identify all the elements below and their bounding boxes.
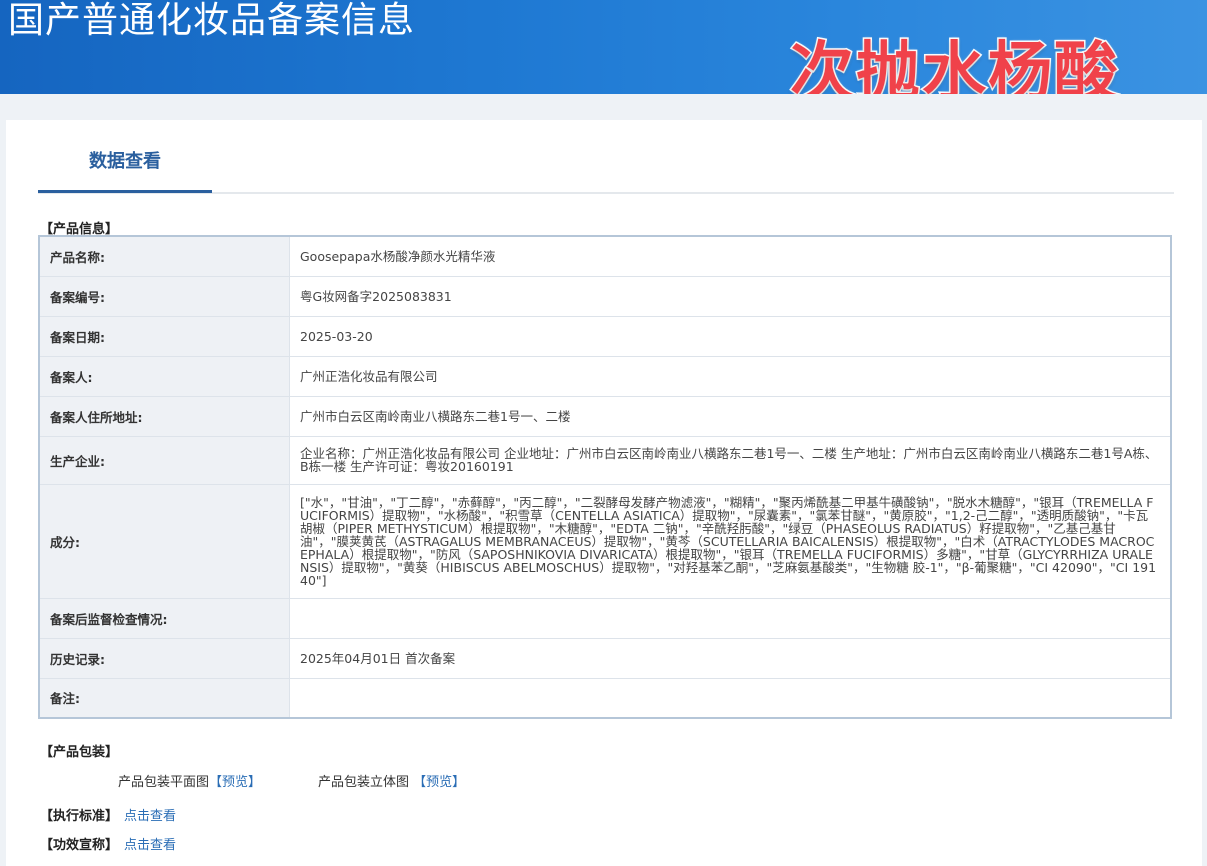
table-row: 备案编号: 粤G妆网备字2025083831 bbox=[39, 276, 1171, 317]
product-info-table: 产品名称: Goosepapa水杨酸净颜水光精华液 备案编号: 粤G妆网备字20… bbox=[38, 235, 1172, 719]
table-row: 产品名称: Goosepapa水杨酸净颜水光精华液 bbox=[39, 236, 1171, 277]
content-panel: 数据查看 【产品信息】 产品名称: Goosepapa水杨酸净颜水光精华液 备案… bbox=[6, 120, 1202, 866]
table-row: 备案人: 广州正浩化妆品有限公司 bbox=[39, 356, 1171, 397]
flat-package-label: 产品包装平面图 bbox=[118, 775, 210, 790]
flat-package-item: 产品包装平面图【预览】 bbox=[118, 771, 261, 790]
overlay-caption: 次抛水杨酸 bbox=[789, 35, 1120, 95]
row-value: 粤G妆网备字2025083831 bbox=[289, 276, 1171, 317]
header-banner: 国产普通化妆品备案信息 次抛水杨酸 bbox=[0, 0, 1207, 94]
row-label: 备案编号: bbox=[39, 276, 290, 317]
row-label: 备案人: bbox=[39, 356, 290, 397]
row-label: 备案人住所地址: bbox=[39, 396, 290, 437]
row-value: Goosepapa水杨酸净颜水光精华液 bbox=[289, 236, 1171, 277]
row-value bbox=[289, 598, 1171, 639]
row-label: 历史记录: bbox=[39, 638, 290, 679]
standard-label: 【执行标准】 bbox=[40, 809, 119, 824]
standard-view-link[interactable]: 点击查看 bbox=[124, 809, 176, 824]
row-label: 备案后监督检查情况: bbox=[39, 598, 290, 639]
flat-package-preview-link[interactable]: 【预览】 bbox=[209, 775, 261, 790]
table-row: 备案日期: 2025-03-20 bbox=[39, 316, 1171, 357]
row-label: 备注: bbox=[39, 678, 290, 719]
page-title: 国产普通化妆品备案信息 bbox=[8, 0, 416, 41]
row-value: 2025年04月01日 首次备案 bbox=[289, 638, 1171, 679]
row-label: 成分: bbox=[39, 484, 290, 599]
row-label: 备案日期: bbox=[39, 316, 290, 357]
solid-package-item: 产品包装立体图 【预览】 bbox=[318, 771, 465, 790]
claims-row: 【功效宣称】 点击查看 bbox=[40, 834, 176, 853]
packaging-section-label: 【产品包装】 bbox=[40, 745, 119, 760]
claims-label: 【功效宣称】 bbox=[40, 838, 119, 853]
row-value: ["水"，"甘油"，"丁二醇"，"赤藓醇"，"丙二醇"，"二裂酵母发酵产物滤液"… bbox=[289, 484, 1171, 599]
row-value: 企业名称：广州正浩化妆品有限公司 企业地址：广州市白云区南岭南业八横路东二巷1号… bbox=[289, 436, 1171, 485]
table-row: 成分: ["水"，"甘油"，"丁二醇"，"赤藓醇"，"丙二醇"，"二裂酵母发酵产… bbox=[39, 484, 1171, 599]
row-value bbox=[289, 678, 1171, 719]
tab-data-view[interactable]: 数据查看 bbox=[38, 144, 212, 193]
tab-bar: 数据查看 bbox=[38, 120, 1174, 194]
table-row: 备案人住所地址: 广州市白云区南岭南业八横路东二巷1号一、二楼 bbox=[39, 396, 1171, 437]
solid-package-preview-link[interactable]: 【预览】 bbox=[413, 775, 465, 790]
standard-row: 【执行标准】 点击查看 bbox=[40, 805, 176, 824]
row-label: 生产企业: bbox=[39, 436, 290, 485]
table-row: 备注: bbox=[39, 678, 1171, 719]
table-row: 生产企业: 企业名称：广州正浩化妆品有限公司 企业地址：广州市白云区南岭南业八横… bbox=[39, 436, 1171, 485]
claims-view-link[interactable]: 点击查看 bbox=[124, 838, 176, 853]
table-row: 历史记录: 2025年04月01日 首次备案 bbox=[39, 638, 1171, 679]
row-value: 2025-03-20 bbox=[289, 316, 1171, 357]
row-value: 广州正浩化妆品有限公司 bbox=[289, 356, 1171, 397]
row-label: 产品名称: bbox=[39, 236, 290, 277]
row-value: 广州市白云区南岭南业八横路东二巷1号一、二楼 bbox=[289, 396, 1171, 437]
solid-package-label: 产品包装立体图 bbox=[318, 775, 410, 790]
table-row: 备案后监督检查情况: bbox=[39, 598, 1171, 639]
